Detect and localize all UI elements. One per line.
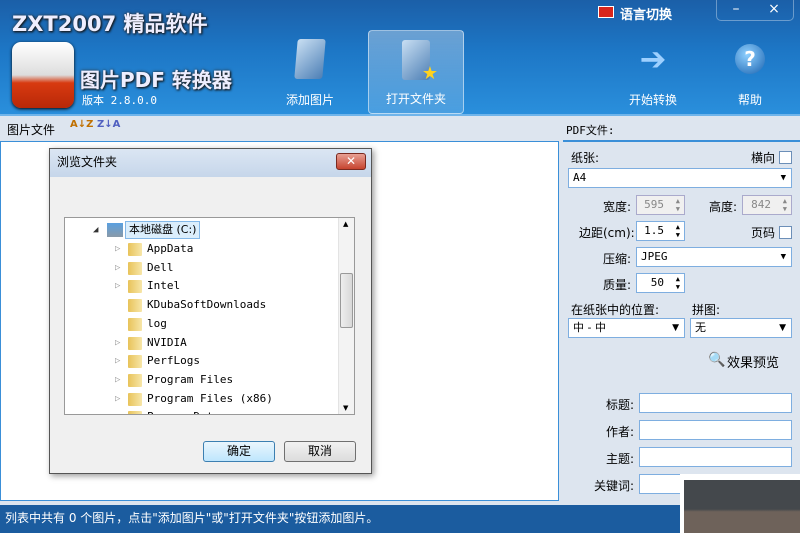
expand-icon[interactable]: ▷	[115, 408, 120, 414]
meta-author-label: 作者:	[606, 425, 635, 439]
folder-icon	[128, 373, 142, 387]
tree-item-label: KDubaSoftDownloads	[147, 298, 267, 312]
folder-icon	[128, 411, 142, 414]
page-number-checkbox[interactable]	[779, 226, 792, 239]
folder-tree[interactable]: ◢ 本地磁盘 (C:) ▷ AppData ▷ Dell ▷ Intel KDubaSoft…	[64, 217, 355, 415]
browse-folder-dialog: 浏览文件夹 ✕ ◢ 本地磁盘 (C:) ▷ AppData ▷ Dell ▷ Intel K…	[49, 148, 372, 474]
arrow-right-icon: ➔	[639, 40, 667, 78]
folder-icon	[128, 317, 142, 331]
compress-select[interactable]: JPEG	[636, 247, 792, 267]
folder-icon	[128, 261, 142, 275]
start-convert-button[interactable]: ➔ 开始转换	[605, 30, 701, 114]
quality-label: 质量:	[603, 278, 632, 292]
tree-item-label: Program Files	[147, 372, 234, 386]
expand-icon[interactable]: ▷	[115, 240, 120, 258]
meta-subject-input[interactable]	[639, 447, 792, 467]
meta-title-input[interactable]	[639, 393, 792, 413]
dialog-title: 浏览文件夹	[50, 149, 371, 177]
tree-item-label: log	[147, 316, 167, 330]
margin-label: 边距(cm):	[579, 226, 635, 240]
image-files-label: 图片文件	[7, 123, 56, 137]
collage-select[interactable]: 无	[690, 318, 792, 338]
folder-icon	[128, 299, 142, 313]
folder-icon	[128, 336, 142, 350]
meta-title-label: 标题:	[606, 398, 635, 412]
add-images-button[interactable]: 添加图片	[262, 30, 358, 114]
china-flag-icon	[598, 6, 614, 18]
open-folder-button[interactable]: ★ 打开文件夹	[368, 30, 464, 114]
add-images-label: 添加图片	[285, 93, 334, 107]
language-switch[interactable]: 语言切换	[620, 4, 672, 23]
scrollbar-thumb[interactable]	[340, 273, 353, 328]
landscape-label: 横向	[751, 151, 776, 165]
position-label: 在纸张中的位置:	[571, 303, 660, 317]
expand-icon[interactable]: ▷	[115, 390, 120, 408]
ok-button[interactable]: 确定	[203, 441, 275, 462]
quality-input[interactable]: 50	[636, 273, 685, 293]
meta-author-input[interactable]	[639, 420, 792, 440]
expand-icon[interactable]: ▷	[115, 352, 120, 370]
start-convert-label: 开始转换	[628, 93, 677, 107]
width-label: 宽度:	[603, 200, 632, 214]
tree-item-label: ProgramData	[147, 408, 220, 414]
paper-select[interactable]: A4	[568, 168, 792, 188]
version-label: 版本 2.8.0.0	[82, 94, 157, 107]
folder-icon	[128, 243, 142, 256]
window-controls: – ×	[716, 0, 794, 21]
tree-item-label: NVIDIA	[147, 335, 187, 349]
overlay-image	[680, 474, 800, 533]
expand-icon[interactable]: ▷	[115, 371, 120, 389]
position-select[interactable]: 中 - 中	[568, 318, 685, 338]
drive-icon	[107, 223, 123, 237]
pdf-file-label: PDF文件:	[566, 124, 615, 137]
tree-item-label: PerfLogs	[147, 354, 200, 368]
paper-label: 纸张:	[571, 151, 600, 165]
tree-item-label: Program Files (x86)	[147, 391, 273, 405]
tree-item-label: Dell	[147, 260, 174, 274]
help-label: 帮助	[737, 93, 762, 107]
tree-item-label: Intel	[147, 279, 181, 293]
sort-ascending-icon[interactable]: A↓Z	[70, 119, 93, 130]
folder-icon	[128, 280, 142, 294]
sort-descending-icon[interactable]: Z↓A	[97, 119, 120, 130]
app-logo	[12, 42, 74, 108]
help-icon: ?	[735, 44, 765, 74]
height-input[interactable]: 842	[742, 195, 792, 215]
preview-button[interactable]: 效果预览	[727, 352, 779, 371]
open-folder-label: 打开文件夹	[385, 92, 446, 106]
close-button[interactable]: ×	[755, 0, 793, 20]
tree-root-label: 本地磁盘 (C:)	[125, 221, 201, 239]
expand-icon[interactable]: ▷	[115, 334, 120, 352]
help-button[interactable]: ? 帮助	[702, 30, 798, 114]
magnifier-icon: 🔍	[708, 352, 726, 368]
compress-label: 压缩:	[603, 252, 632, 266]
minimize-button[interactable]: –	[717, 0, 755, 20]
width-input[interactable]: 595	[636, 195, 685, 215]
expand-icon[interactable]: ▷	[115, 277, 120, 295]
dialog-close-button[interactable]: ✕	[336, 153, 366, 170]
add-image-icon	[294, 39, 326, 79]
app-title: 图片PDF 转换器	[80, 68, 232, 92]
app-header: ZXT2007 精品软件 图片PDF 转换器 版本 2.8.0.0 语言切换 –…	[0, 0, 800, 116]
tree-scrollbar[interactable]: ▲ ▼	[338, 218, 354, 414]
folder-star-icon: ★	[402, 40, 438, 84]
height-label: 高度:	[709, 200, 738, 214]
cancel-button[interactable]: 取消	[284, 441, 356, 462]
expand-icon[interactable]: ▷	[115, 259, 120, 277]
page-number-label: 页码	[751, 226, 776, 240]
tree-item-label: AppData	[147, 242, 194, 255]
folder-icon	[128, 355, 142, 369]
meta-subject-label: 主题:	[606, 452, 635, 466]
collage-label: 拼图:	[692, 303, 721, 317]
brand-text: ZXT2007 精品软件	[12, 12, 208, 36]
landscape-checkbox[interactable]	[779, 151, 792, 164]
margin-input[interactable]: 1.5	[636, 221, 685, 241]
meta-keywords-label: 关键词:	[594, 479, 635, 493]
folder-icon	[128, 392, 142, 406]
